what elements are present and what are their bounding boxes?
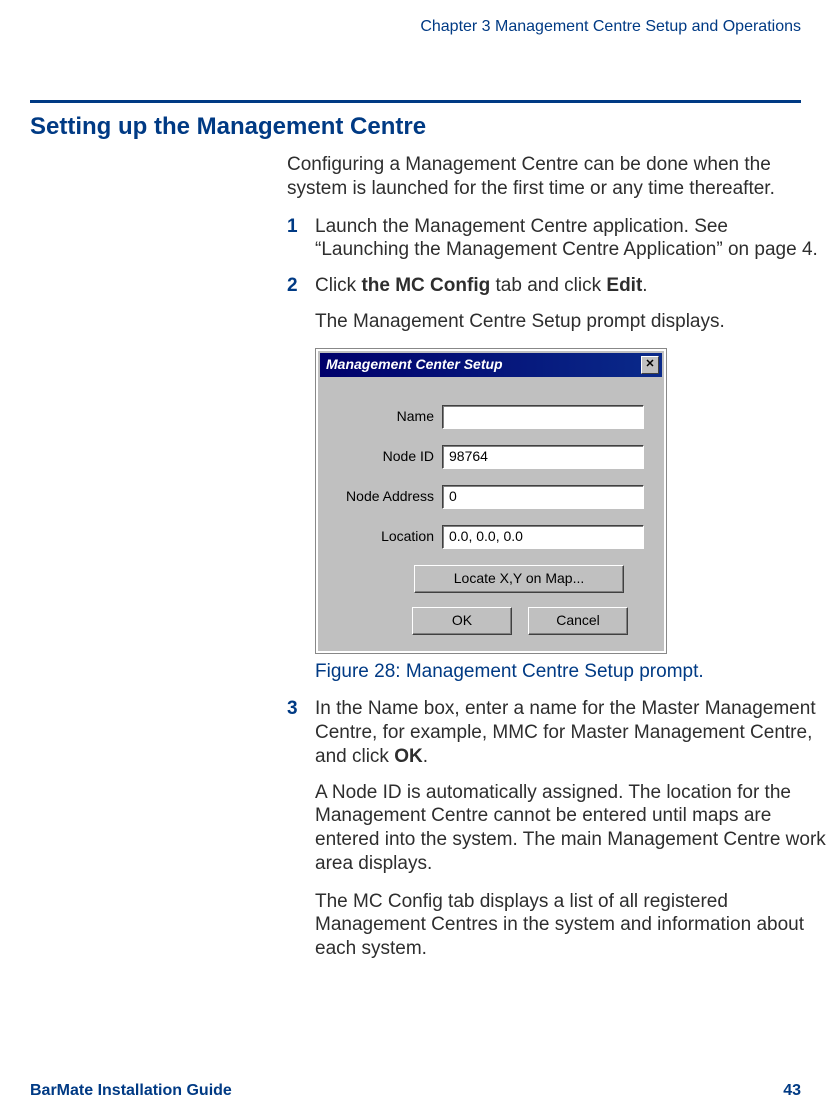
page-number: 43 [783,1082,801,1100]
step-text: Click the MC Config tab and click Edit. [315,274,827,298]
step-2-after: The Management Centre Setup prompt displ… [315,310,827,334]
ok-button[interactable]: OK [412,607,512,635]
intro-text: Configuring a Management Centre can be d… [287,153,827,201]
step-1: 1 Launch the Management Centre applicati… [287,215,827,263]
dialog-screenshot: Management Center Setup ✕ Name Node ID 9… [315,348,667,654]
footer-left: BarMate Installation Guide [30,1082,232,1100]
figure-caption: Figure 28: Management Centre Setup promp… [315,660,827,684]
dialog-title: Management Center Setup [326,356,641,374]
cancel-button[interactable]: Cancel [528,607,628,635]
dialog-titlebar: Management Center Setup ✕ [320,353,662,377]
nodeaddr-label: Node Address [334,488,442,506]
close-icon[interactable]: ✕ [641,356,659,374]
location-label: Location [334,528,442,546]
locate-button[interactable]: Locate X,Y on Map... [414,565,624,593]
section-title: Setting up the Management Centre [30,113,801,141]
nodeid-field[interactable]: 98764 [442,445,644,469]
page-footer: BarMate Installation Guide 43 [30,1082,801,1100]
location-field[interactable]: 0.0, 0.0, 0.0 [442,525,644,549]
step-number: 3 [287,697,315,768]
step-2: 2 Click the MC Config tab and click Edit… [287,274,827,298]
step-number: 1 [287,215,315,263]
step-number: 2 [287,274,315,298]
step-text: Launch the Management Centre application… [315,215,827,263]
nodeaddr-field[interactable]: 0 [442,485,644,509]
step-3-after-1: A Node ID is automatically assigned. The… [315,781,827,876]
chapter-header: Chapter 3 Management Centre Setup and Op… [30,15,801,36]
name-field[interactable] [442,405,644,429]
step-3: 3 In the Name box, enter a name for the … [287,697,827,768]
step-3-after-2: The MC Config tab displays a list of all… [315,890,827,961]
name-label: Name [334,408,442,426]
step-text: In the Name box, enter a name for the Ma… [315,697,827,768]
nodeid-label: Node ID [334,448,442,466]
